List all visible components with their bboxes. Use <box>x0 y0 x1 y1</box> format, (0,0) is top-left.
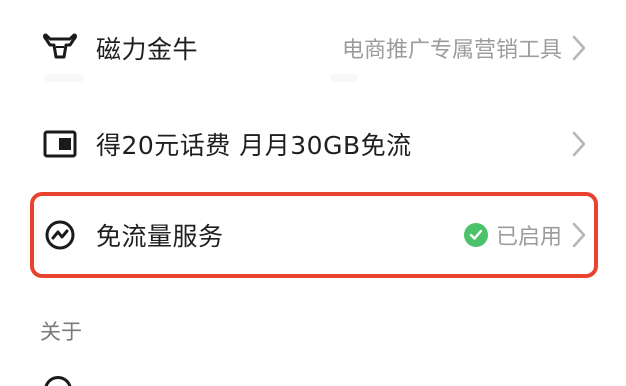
highlight-frame <box>30 192 598 278</box>
settings-screen: 磁力金牛 电商推广专属营销工具 得20元话费 月月30GB免流 免流量服务 已启… <box>0 0 626 386</box>
bull-icon <box>40 28 80 68</box>
bull-promo-description: 电商推广专属营销工具 <box>341 38 562 63</box>
chevron-right-icon <box>572 131 586 157</box>
bull-promo-label: 磁力金牛 <box>96 35 199 64</box>
sim-card-icon <box>40 124 80 164</box>
chevron-right-icon <box>572 35 586 61</box>
faint-artifact <box>44 74 84 82</box>
bull-promo-row[interactable]: 磁力金牛 电商推广专属营销工具 <box>0 0 626 96</box>
faint-artifact <box>330 74 358 82</box>
circle-icon <box>44 376 72 386</box>
data-plan-offer-row[interactable]: 得20元话费 月月30GB免流 <box>0 96 626 192</box>
about-section-title: 关于 <box>40 320 82 344</box>
data-plan-offer-label: 得20元话费 月月30GB免流 <box>96 131 412 160</box>
